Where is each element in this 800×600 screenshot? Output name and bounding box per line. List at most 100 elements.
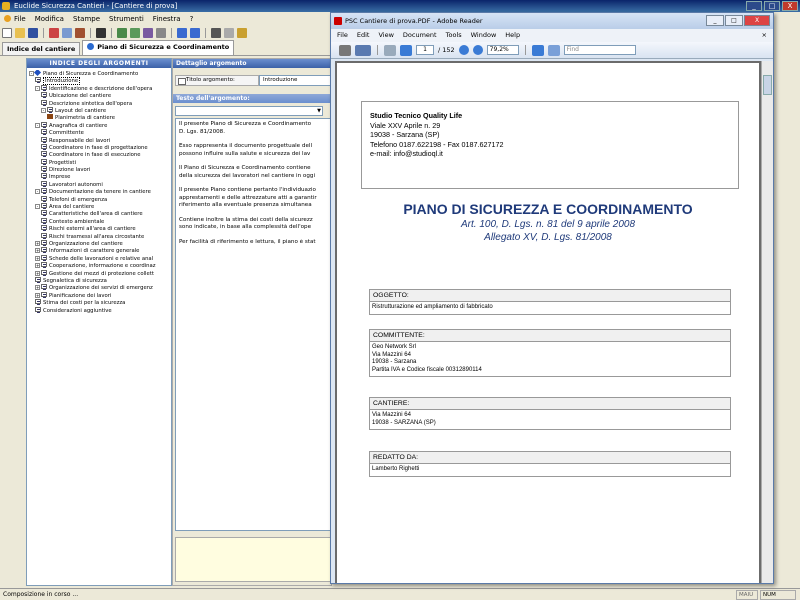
expand-icon[interactable]: + [35,285,40,291]
tree-item[interactable]: Introduzione [27,77,171,85]
tree-item[interactable]: Progettisti [27,158,171,166]
pdf-maximize-button[interactable]: □ [725,15,743,26]
tree-item[interactable]: - Piano di Sicurezza e Coordinamento [27,70,171,77]
document-icon[interactable] [143,28,153,38]
close-button[interactable]: X [782,1,798,11]
pdf-close-button[interactable]: X [744,15,770,26]
pdf-menu-file[interactable]: File [337,29,348,42]
expand-icon[interactable]: + [35,255,40,261]
pdf-menu-help[interactable]: Help [505,29,520,42]
expand-icon[interactable]: + [35,263,40,269]
collapse-icon[interactable]: - [35,85,40,91]
paste-icon[interactable] [75,28,85,38]
tree-item[interactable]: Committente [27,129,171,136]
pdf-menu-window[interactable]: Window [471,29,497,42]
tab-piano-sicurezza[interactable]: Piano di Sicurezza e Coordinamento [82,40,235,55]
tree-icon[interactable] [117,28,127,38]
tool-icon[interactable] [237,28,247,38]
tree-item[interactable]: + Gestione dei mezzi di protezione collet… [27,269,171,277]
tree-item[interactable]: Caratteristiche dell'area di cantiere [27,210,171,217]
tree-item[interactable]: Lavoratori autonomi [27,180,171,188]
fit-width-icon[interactable] [547,44,560,56]
tree-item[interactable]: - Layout del cantiere [27,106,171,114]
page-number-input[interactable]: 1 [416,45,434,55]
notes-box[interactable] [175,537,331,582]
tree-item[interactable]: Imprese [27,173,171,180]
previous-page-icon[interactable] [384,44,396,56]
list-icon[interactable] [156,28,166,38]
print-icon[interactable] [211,28,221,38]
menu-finestra[interactable]: Finestra [153,15,181,23]
pdf-menu-tools[interactable]: Tools [446,29,462,42]
zoom-out-icon[interactable] [458,45,469,55]
new-icon[interactable] [2,28,12,38]
tree-item[interactable]: + Cooperazione, informazione e coordinaz [27,262,171,269]
tree-item[interactable]: - Identificazione e descrizione dell'oper… [27,84,171,92]
fit-page-icon[interactable] [531,44,544,56]
collapse-icon[interactable]: - [35,189,40,195]
tree-item[interactable]: Descrizione sintetica dell'opera [27,99,171,107]
menu-stampe[interactable]: Stampe [73,15,100,23]
tree-item[interactable]: + Organizzazione del cantiere [27,239,171,247]
expand-icon[interactable]: + [35,270,40,276]
tree-item[interactable]: Coordinatore in fase di esecuzione [27,151,171,158]
collapse-icon[interactable]: - [41,107,46,113]
arrow-down-icon[interactable] [177,28,187,38]
preview-icon[interactable] [224,28,234,38]
collapse-icon[interactable]: - [35,122,40,128]
tree-item[interactable]: Direzione lavori [27,166,171,173]
next-page-icon[interactable] [400,44,412,56]
topic-text-editor[interactable]: Il presente Piano di Sicurezza e Coordin… [175,118,331,531]
print-icon[interactable] [339,44,351,56]
tree-item[interactable]: + Pianificazione dei lavori [27,291,171,299]
tree-item[interactable]: - Documentazione da tenere in cantiere [27,188,171,195]
menu-modifica[interactable]: Modifica [35,15,64,23]
tree-item[interactable]: Coordinatore in fase di progettazione [27,143,171,151]
pdf-menu-view[interactable]: View [378,29,393,42]
expand-icon[interactable]: + [35,240,40,246]
tree-item[interactable]: - Anagrafica di cantiere [27,121,171,129]
expand-icon[interactable]: + [35,292,40,298]
pdf-menu-document[interactable]: Document [403,29,437,42]
topic-title-input[interactable]: Introduzione [259,75,331,86]
tree-item[interactable]: Ubicazione del cantiere [27,92,171,99]
tree-item[interactable]: - Area del cantiere [27,203,171,210]
pdf-scrollbar[interactable] [761,61,773,583]
attach-icon[interactable] [355,44,371,56]
tree-item[interactable]: Considerazioni aggiuntive [27,306,171,314]
zoom-in-icon[interactable] [472,45,483,55]
find-icon[interactable] [96,28,106,38]
tree-item[interactable]: Planimetria di cantiere [27,114,171,121]
close-document-icon[interactable]: × [762,29,767,42]
save-icon[interactable] [28,28,38,38]
pdf-minimize-button[interactable]: _ [706,15,724,26]
collapse-icon[interactable]: - [35,204,40,210]
tree-item[interactable]: Stima dei costi per la sicurezza [27,299,171,306]
open-icon[interactable] [15,28,25,38]
zoom-select[interactable]: 79,2% [486,45,519,55]
tree-item[interactable]: Rischi esterni all'area di cantiere [27,225,171,232]
tree-item[interactable]: Contesto ambientale [27,217,171,225]
tree-item[interactable]: + Organizzazione dei servizi di emergenz [27,284,171,291]
arrow-up-icon[interactable] [190,28,200,38]
branch-icon[interactable] [130,28,140,38]
style-select[interactable] [175,106,323,116]
copy-icon[interactable] [62,28,72,38]
menu-file[interactable]: File [4,15,26,23]
tree-item[interactable]: Rischi trasmessi all'area circostante [27,232,171,240]
maximize-button[interactable]: □ [764,1,780,11]
tab-indice-cantiere[interactable]: Indice del cantiere [2,42,81,55]
pdf-menu-edit[interactable]: Edit [357,29,370,42]
find-input[interactable]: Find [563,45,636,55]
menu-strumenti[interactable]: Strumenti [109,15,144,23]
minimize-button[interactable]: _ [746,1,762,11]
expand-icon[interactable]: + [35,248,40,254]
tree-item[interactable]: Segnaletica di sicurezza [27,276,171,284]
tree-item[interactable]: + Informazioni di carattere generale [27,247,171,254]
menu-help[interactable]: ? [190,15,194,23]
tree-item[interactable]: Telefoni di emergenza [27,195,171,203]
cut-icon[interactable] [49,28,59,38]
tree-item[interactable]: Responsabile dei lavori [27,136,171,144]
tree-item[interactable]: + Schede delle lavorazioni e relative ana… [27,254,171,262]
scroll-thumb[interactable] [763,75,772,95]
